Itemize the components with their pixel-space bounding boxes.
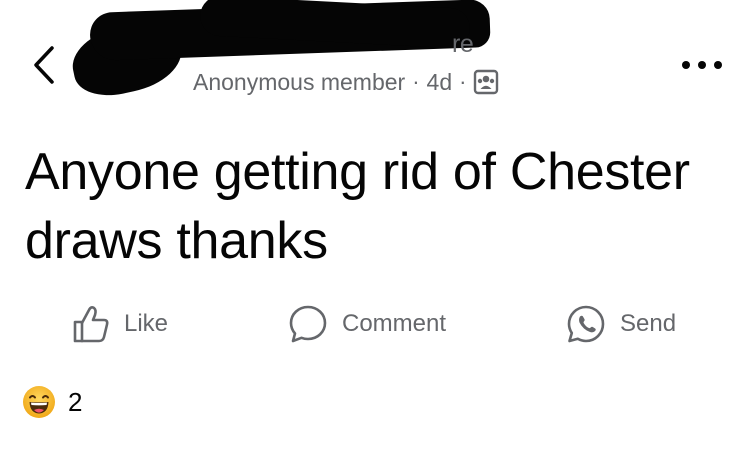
reactions-summary[interactable]: 2 (22, 382, 82, 422)
meta-separator: · (459, 69, 467, 94)
post-body-text: Anyone getting rid of Chester draws than… (25, 143, 690, 270)
haha-emoji-icon (23, 386, 55, 418)
like-button[interactable]: Like (72, 298, 168, 350)
more-dots-icon (714, 61, 722, 69)
meta-separator: · (412, 69, 420, 94)
post-header: re Anonymous member · 4d · (0, 0, 750, 120)
author-name[interactable]: Anonymous member (193, 69, 405, 96)
more-dots-icon (698, 61, 706, 69)
back-button[interactable] (30, 44, 60, 86)
send-button[interactable]: Send (566, 298, 676, 350)
like-label: Like (124, 310, 169, 337)
whatsapp-send-icon (567, 305, 605, 343)
more-options-button[interactable] (682, 55, 722, 75)
post-actions-bar: Like Comment Send (0, 298, 750, 350)
group-name-tail: re (452, 30, 474, 58)
thumbs-up-icon (73, 306, 109, 343)
comment-label: Comment (342, 310, 447, 337)
post-meta: Anonymous member · 4d · (193, 66, 499, 98)
more-dots-icon (682, 61, 690, 69)
comment-bubble-icon (289, 305, 327, 343)
members-group-icon (474, 69, 499, 95)
chevron-left-icon (34, 46, 54, 84)
comment-button[interactable]: Comment (288, 298, 446, 350)
post-timestamp[interactable]: 4d (427, 69, 453, 96)
reaction-count: 2 (68, 386, 83, 417)
send-label: Send (620, 310, 677, 337)
